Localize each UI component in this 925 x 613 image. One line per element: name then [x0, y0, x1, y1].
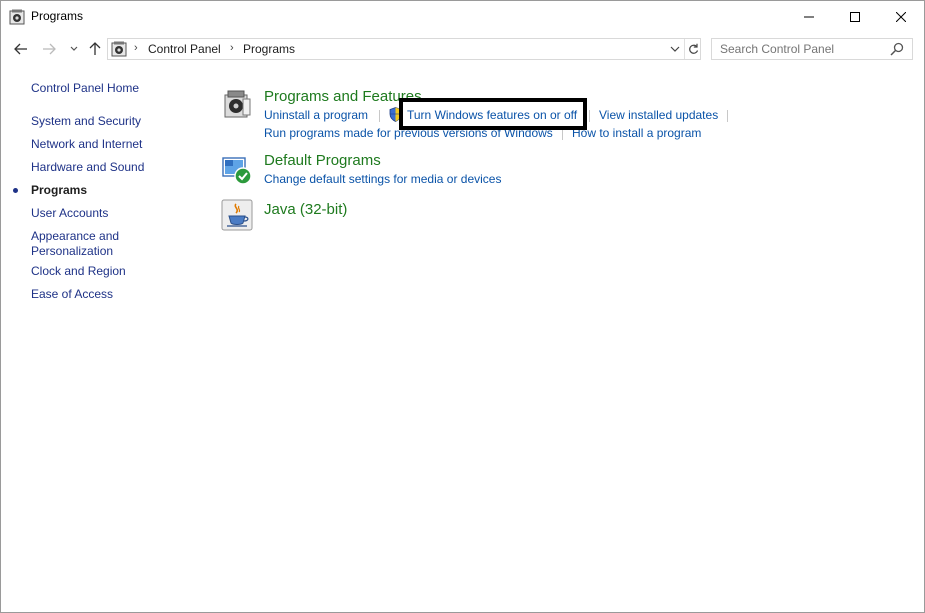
- how-to-install-program-link[interactable]: How to install a program: [572, 126, 701, 140]
- java-title[interactable]: Java (32-bit): [264, 201, 347, 218]
- chevron-down-icon: [70, 46, 78, 51]
- sidebar-item-user-accounts[interactable]: User Accounts: [31, 206, 108, 221]
- sidebar-item-appearance-and-personalization[interactable]: Appearance and Personalization: [31, 229, 119, 259]
- address-dropdown-button[interactable]: [666, 39, 684, 59]
- minimize-icon: [804, 16, 814, 17]
- maximize-button[interactable]: [832, 1, 878, 32]
- breadcrumb-control-panel[interactable]: Control Panel: [148, 42, 221, 56]
- sidebar-item-control-panel-home[interactable]: Control Panel Home: [31, 81, 139, 96]
- search-input[interactable]: [711, 38, 913, 60]
- control-panel-window: Programs › Control Panel › Programs Sear…: [0, 0, 925, 613]
- sidebar-item-programs[interactable]: Programs: [31, 183, 87, 198]
- link-separator: [589, 110, 590, 122]
- programs-and-features-title[interactable]: Programs and Features: [264, 88, 422, 105]
- recent-locations-button[interactable]: [64, 39, 84, 59]
- close-button[interactable]: [878, 1, 924, 32]
- link-separator: [727, 110, 728, 122]
- back-button[interactable]: [11, 39, 31, 59]
- chevron-right-icon[interactable]: ›: [134, 42, 138, 54]
- sidebar-item-network-and-internet[interactable]: Network and Internet: [31, 137, 142, 152]
- highlight-box: [399, 98, 587, 130]
- chevron-down-icon: [670, 46, 680, 52]
- control-panel-icon: [9, 9, 25, 25]
- address-bar[interactable]: › Control Panel › Programs: [107, 38, 701, 60]
- arrow-up-icon: [89, 42, 101, 55]
- refresh-icon: [688, 43, 698, 54]
- control-panel-icon: [111, 41, 127, 57]
- view-installed-updates-link[interactable]: View installed updates: [599, 108, 718, 122]
- arrow-right-icon: [43, 43, 56, 55]
- java-icon[interactable]: [221, 199, 253, 231]
- forward-button[interactable]: [39, 39, 59, 59]
- minimize-button[interactable]: [786, 1, 832, 32]
- sidebar-item-ease-of-access[interactable]: Ease of Access: [31, 287, 113, 302]
- programs-features-icon[interactable]: [221, 89, 253, 121]
- window-title: Programs: [31, 9, 84, 23]
- change-default-settings-link[interactable]: Change default settings for media or dev…: [264, 172, 501, 186]
- default-programs-title[interactable]: Default Programs: [264, 152, 381, 169]
- default-programs-icon[interactable]: [221, 154, 253, 186]
- arrow-left-icon: [14, 43, 27, 55]
- up-button[interactable]: [85, 39, 105, 59]
- sidebar-item-clock-and-region[interactable]: Clock and Region: [31, 264, 126, 279]
- chevron-right-icon[interactable]: ›: [230, 42, 234, 54]
- search-icon[interactable]: [890, 42, 904, 56]
- breadcrumb-programs[interactable]: Programs: [243, 42, 295, 56]
- refresh-button[interactable]: [684, 39, 701, 59]
- sidebar-item-hardware-and-sound[interactable]: Hardware and Sound: [31, 160, 144, 175]
- uninstall-program-link[interactable]: Uninstall a program: [264, 108, 368, 122]
- link-separator: [379, 110, 380, 122]
- close-icon: [896, 11, 906, 22]
- maximize-icon: [850, 11, 860, 22]
- title-bar: Programs: [1, 1, 924, 32]
- sidebar-item-system-and-security[interactable]: System and Security: [31, 114, 141, 129]
- current-item-bullet-icon: [13, 188, 18, 193]
